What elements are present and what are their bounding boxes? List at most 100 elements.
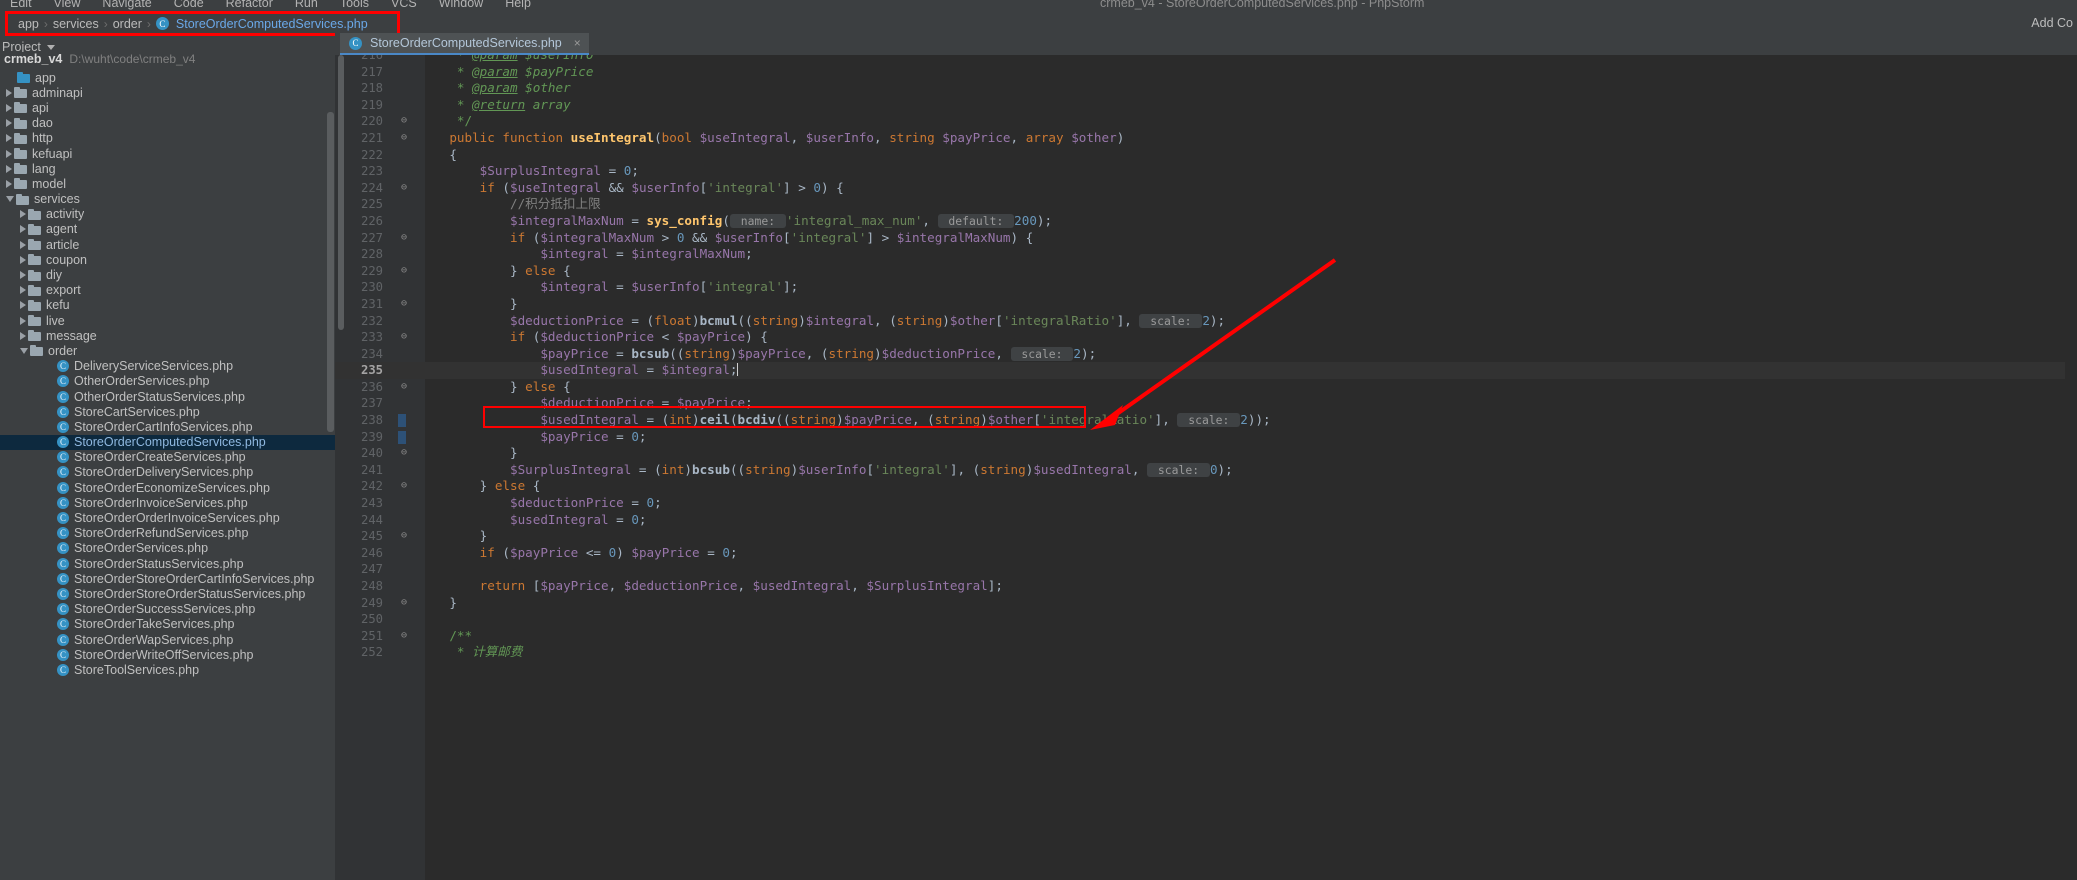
chevron-right-icon[interactable] bbox=[6, 179, 12, 188]
tree-folder-item[interactable]: api bbox=[0, 100, 335, 115]
tree-folder-item[interactable]: kefu bbox=[0, 298, 335, 313]
tree-file-item[interactable]: C StoreOrderComputedServices.php bbox=[0, 434, 335, 450]
code-line[interactable]: 218 * @param $other bbox=[335, 80, 2077, 97]
code-line[interactable]: 220 ⊖ */ bbox=[335, 113, 2077, 130]
tree-folder-item[interactable]: app bbox=[0, 70, 335, 85]
code-line[interactable]: 230 $integral = $userInfo['integral']; bbox=[335, 279, 2077, 296]
project-tree-panel[interactable]: crmeb_v4 D:\wuht\code\crmeb_v4 app admina… bbox=[0, 52, 335, 880]
menu-item-tools[interactable]: Tools bbox=[340, 0, 369, 10]
tree-file-item[interactable]: C StoreOrderWriteOffServices.php bbox=[0, 647, 335, 662]
chevron-right-icon[interactable] bbox=[20, 286, 26, 295]
code-fold-toggle-icon[interactable]: ⊖ bbox=[398, 528, 410, 545]
chevron-right-icon[interactable] bbox=[6, 103, 12, 112]
editor-error-stripe[interactable] bbox=[2065, 55, 2077, 880]
code-line[interactable]: 246 if ($payPrice <= 0) $payPrice = 0; bbox=[335, 545, 2077, 562]
chevron-right-icon[interactable] bbox=[6, 88, 12, 97]
code-lines[interactable]: 216 * @param $userInfo217 * @param $payP… bbox=[335, 55, 2077, 661]
code-line[interactable]: 236 ⊖ } else { bbox=[335, 379, 2077, 396]
menu-item-navigate[interactable]: Navigate bbox=[102, 0, 151, 10]
code-line[interactable]: 228 $integral = $integralMaxNum; bbox=[335, 246, 2077, 263]
code-line[interactable]: 239 $payPrice = 0; bbox=[335, 429, 2077, 446]
tree-file-item[interactable]: C StoreCartServices.php bbox=[0, 404, 335, 419]
code-line[interactable]: 250 bbox=[335, 611, 2077, 628]
tree-folder-item[interactable]: http bbox=[0, 131, 335, 146]
tree-folder-item[interactable]: dao bbox=[0, 116, 335, 131]
code-line[interactable]: 222 { bbox=[335, 147, 2077, 164]
tree-folder-item[interactable]: message bbox=[0, 328, 335, 343]
tree-file-item[interactable]: C StoreOrderStoreOrderCartInfoServices.ph… bbox=[0, 571, 335, 586]
vcs-change-marker[interactable] bbox=[398, 414, 406, 428]
code-line[interactable]: 217 * @param $payPrice bbox=[335, 64, 2077, 81]
code-line[interactable]: 232 $deductionPrice = (float)bcmul((stri… bbox=[335, 313, 2077, 330]
chevron-right-icon[interactable] bbox=[20, 271, 26, 280]
tree-folder-item[interactable]: article bbox=[0, 237, 335, 252]
breadcrumb-file[interactable]: StoreOrderComputedServices.php bbox=[176, 17, 368, 31]
tree-folder-item[interactable]: model bbox=[0, 176, 335, 191]
tree-folder-item[interactable]: order bbox=[0, 343, 335, 358]
tree-file-item[interactable]: C StoreOrderSuccessServices.php bbox=[0, 602, 335, 617]
tree-file-item[interactable]: C StoreOrderCreateServices.php bbox=[0, 450, 335, 465]
code-fold-toggle-icon[interactable]: ⊖ bbox=[398, 478, 410, 495]
code-line[interactable]: 233 ⊖ if ($deductionPrice < $payPrice) { bbox=[335, 329, 2077, 346]
chevron-right-icon[interactable] bbox=[20, 316, 26, 325]
code-fold-toggle-icon[interactable]: ⊖ bbox=[398, 296, 410, 313]
chevron-right-icon[interactable] bbox=[6, 119, 12, 128]
code-line[interactable]: 225 //积分抵扣上限 bbox=[335, 196, 2077, 213]
tree-file-item[interactable]: C StoreOrderServices.php bbox=[0, 541, 335, 556]
code-line[interactable]: 219 * @return array bbox=[335, 97, 2077, 114]
code-line[interactable]: 221 ⊖ public function useIntegral(bool $u… bbox=[335, 130, 2077, 147]
tree-folder-item[interactable]: adminapi bbox=[0, 85, 335, 100]
tree-folder-item[interactable]: lang bbox=[0, 161, 335, 176]
close-icon[interactable]: × bbox=[574, 36, 581, 50]
editor-tab-storeordercomputedservices[interactable]: C StoreOrderComputedServices.php × bbox=[340, 33, 589, 55]
tree-folder-item[interactable]: live bbox=[0, 313, 335, 328]
code-line[interactable]: 248 return [$payPrice, $deductionPrice, … bbox=[335, 578, 2077, 595]
editor-tabstrip[interactable]: C StoreOrderComputedServices.php × bbox=[335, 33, 2077, 55]
code-fold-toggle-icon[interactable]: ⊖ bbox=[398, 263, 410, 280]
tree-folder-item[interactable]: agent bbox=[0, 222, 335, 237]
code-line[interactable]: 231 ⊖ } bbox=[335, 296, 2077, 313]
breadcrumb-segment-services[interactable]: services bbox=[53, 17, 99, 31]
code-fold-toggle-icon[interactable]: ⊖ bbox=[398, 180, 410, 197]
project-tree-scrollbar[interactable] bbox=[327, 112, 334, 432]
tree-file-item[interactable]: C StoreOrderCartInfoServices.php bbox=[0, 419, 335, 434]
chevron-right-icon[interactable] bbox=[6, 164, 12, 173]
breadcrumb-segment-app[interactable]: app bbox=[18, 17, 39, 31]
tree-folder-item[interactable]: services bbox=[0, 192, 335, 207]
tree-file-item[interactable]: C StoreOrderStoreOrderStatusServices.php bbox=[0, 586, 335, 601]
tree-folder-item[interactable]: diy bbox=[0, 267, 335, 282]
tree-file-item[interactable]: C StoreOrderInvoiceServices.php bbox=[0, 495, 335, 510]
chevron-right-icon[interactable] bbox=[20, 240, 26, 249]
code-line[interactable]: 240 ⊖ } bbox=[335, 445, 2077, 462]
chevron-right-icon[interactable] bbox=[20, 225, 26, 234]
code-line[interactable]: 249 ⊖ } bbox=[335, 595, 2077, 612]
menu-item-view[interactable]: View bbox=[54, 0, 81, 10]
tree-file-item[interactable]: C StoreOrderWapServices.php bbox=[0, 632, 335, 647]
tree-file-item[interactable]: C StoreOrderStatusServices.php bbox=[0, 556, 335, 571]
code-line[interactable]: 234 $payPrice = bcsub((string)$payPrice,… bbox=[335, 346, 2077, 363]
tree-file-item[interactable]: C StoreOrderDeliveryServices.php bbox=[0, 465, 335, 480]
chevron-right-icon[interactable] bbox=[6, 149, 12, 158]
breadcrumb[interactable]: app › services › order › C StoreOrderCom… bbox=[18, 17, 368, 31]
code-line[interactable]: 252 * 计算邮费 bbox=[335, 644, 2077, 661]
code-line[interactable]: 226 $integralMaxNum = sys_config( name: … bbox=[335, 213, 2077, 230]
chevron-right-icon[interactable] bbox=[6, 134, 12, 143]
code-fold-toggle-icon[interactable]: ⊖ bbox=[398, 379, 410, 396]
tree-folder-item[interactable]: coupon bbox=[0, 252, 335, 267]
menu-item-help[interactable]: Help bbox=[505, 0, 531, 10]
code-fold-toggle-icon[interactable]: ⊖ bbox=[398, 230, 410, 247]
code-line[interactable]: 216 * @param $userInfo bbox=[335, 55, 2077, 64]
menu-item-refactor[interactable]: Refactor bbox=[226, 0, 273, 10]
code-line[interactable]: 235 $usedIntegral = $integral; bbox=[335, 362, 2077, 379]
menu-bar[interactable]: Edit View Navigate Code Refactor Run Too… bbox=[0, 0, 531, 10]
code-fold-toggle-icon[interactable]: ⊖ bbox=[398, 113, 410, 130]
code-line[interactable]: 247 bbox=[335, 561, 2077, 578]
tree-folder-item[interactable]: kefuapi bbox=[0, 146, 335, 161]
chevron-right-icon[interactable] bbox=[20, 331, 26, 340]
tree-folder-item[interactable]: activity bbox=[0, 207, 335, 222]
code-fold-toggle-icon[interactable]: ⊖ bbox=[398, 329, 410, 346]
code-line[interactable]: 238 $usedIntegral = (int)ceil(bcdiv((str… bbox=[335, 412, 2077, 429]
menu-item-run[interactable]: Run bbox=[295, 0, 318, 10]
code-fold-toggle-icon[interactable]: ⊖ bbox=[398, 628, 410, 645]
vcs-change-marker[interactable] bbox=[398, 430, 406, 444]
